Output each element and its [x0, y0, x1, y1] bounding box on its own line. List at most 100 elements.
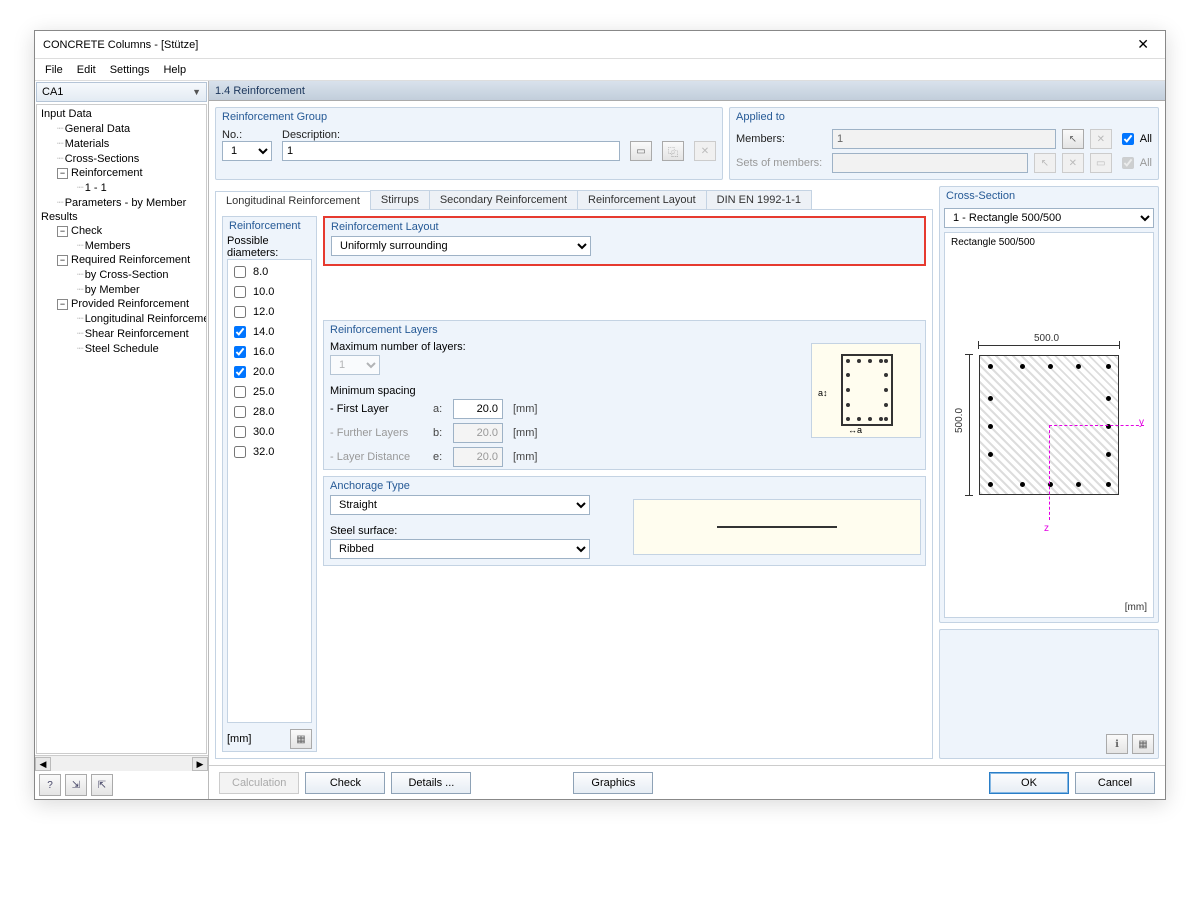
- tree-general-data[interactable]: General Data: [37, 121, 206, 136]
- group-title-cross: Cross-Section: [940, 187, 1158, 208]
- case-selector[interactable]: CA1 ▼: [36, 82, 207, 102]
- group-layout: Reinforcement Layout Uniformly surroundi…: [323, 216, 926, 266]
- group-title-layout: Reinforcement Layout: [325, 218, 924, 236]
- page-title: 1.4 Reinforcement: [209, 81, 1165, 101]
- chevron-down-icon: ▼: [192, 87, 201, 97]
- label-further: - Further Layers: [330, 427, 425, 439]
- help-icon[interactable]: ?: [39, 774, 61, 796]
- label-max-layers: Maximum number of layers:: [324, 339, 801, 355]
- tree-shear[interactable]: Shear Reinforcement: [37, 326, 206, 341]
- sidebar: CA1 ▼ Input Data General Data Materials …: [35, 81, 209, 799]
- minus-icon[interactable]: −: [57, 299, 68, 310]
- menu-file[interactable]: File: [45, 64, 63, 76]
- diameter-option[interactable]: 30.0: [230, 422, 309, 442]
- group-cross-section: Cross-Section 1 - Rectangle 500/500 Rect…: [939, 186, 1159, 623]
- label-members: Members:: [736, 133, 826, 145]
- label-diameters: Possible diameters:: [223, 235, 316, 259]
- tab-din[interactable]: DIN EN 1992-1-1: [706, 190, 812, 209]
- input-desc[interactable]: [282, 141, 620, 161]
- label-min-spacing: Minimum spacing: [324, 381, 801, 397]
- export-icon[interactable]: ⇲: [65, 774, 87, 796]
- label-desc: Description:: [282, 129, 620, 141]
- copy-icon[interactable]: ⿻: [662, 141, 684, 161]
- diameter-option[interactable]: 32.0: [230, 442, 309, 462]
- layers-diagram: a↕ ↔a: [811, 343, 921, 438]
- close-icon[interactable]: ✕: [1129, 34, 1157, 55]
- checkbox-all-sets: All: [1118, 154, 1152, 172]
- input-sets: [832, 153, 1028, 173]
- diameter-option[interactable]: 14.0: [230, 322, 309, 342]
- tree-provided[interactable]: −Provided Reinforcement: [37, 297, 206, 311]
- input-b: [453, 423, 503, 443]
- diameter-option[interactable]: 10.0: [230, 282, 309, 302]
- label-mm-cross: [mm]: [1125, 602, 1147, 613]
- minus-icon[interactable]: −: [57, 168, 68, 179]
- tree-by-member[interactable]: by Member: [37, 282, 206, 297]
- window-title: CONCRETE Columns - [Stütze]: [43, 39, 1129, 51]
- diameter-option[interactable]: 12.0: [230, 302, 309, 322]
- tree-results[interactable]: Results: [37, 210, 206, 224]
- scroll-right-icon[interactable]: ▶: [192, 757, 208, 771]
- tree-parameters[interactable]: Parameters - by Member: [37, 195, 206, 210]
- tree-longitudinal[interactable]: Longitudinal Reinforcement: [37, 311, 206, 326]
- clear-icon[interactable]: ✕: [1090, 129, 1112, 149]
- diameters-list[interactable]: 8.010.012.014.016.020.025.028.030.032.0: [227, 259, 312, 723]
- select-steel-surface[interactable]: Ribbed: [330, 539, 590, 559]
- group-bottom-right: ℹ ▦: [939, 629, 1159, 759]
- tree-by-cross[interactable]: by Cross-Section: [37, 267, 206, 282]
- minus-icon[interactable]: −: [57, 226, 68, 237]
- label-steel-surface: Steel surface:: [330, 525, 617, 537]
- tab-longitudinal[interactable]: Longitudinal Reinforcement: [215, 191, 371, 210]
- button-calculation[interactable]: Calculation: [219, 772, 299, 794]
- button-ok[interactable]: OK: [989, 772, 1069, 794]
- tab-secondary[interactable]: Secondary Reinforcement: [429, 190, 578, 209]
- scroll-left-icon[interactable]: ◀: [35, 757, 51, 771]
- tree-members[interactable]: Members: [37, 238, 206, 253]
- tree-steel[interactable]: Steel Schedule: [37, 341, 206, 356]
- select-anchorage[interactable]: Straight: [330, 495, 590, 515]
- tree-required[interactable]: −Required Reinforcement: [37, 253, 206, 267]
- menu-edit[interactable]: Edit: [77, 64, 96, 76]
- info-icon[interactable]: ℹ: [1106, 734, 1128, 754]
- nav-tree[interactable]: Input Data General Data Materials Cross-…: [36, 104, 207, 754]
- tab-panel-longitudinal: Reinforcement Possible diameters: 8.010.…: [215, 210, 933, 759]
- tree-r11[interactable]: 1 - 1: [37, 180, 206, 195]
- diameter-option[interactable]: 25.0: [230, 382, 309, 402]
- tree-reinforcement[interactable]: −Reinforcement: [37, 166, 206, 180]
- tab-stirrups[interactable]: Stirrups: [370, 190, 430, 209]
- import-icon[interactable]: ⇱: [91, 774, 113, 796]
- tab-layout[interactable]: Reinforcement Layout: [577, 190, 707, 209]
- select-cross-section[interactable]: 1 - Rectangle 500/500: [944, 208, 1154, 228]
- new-icon[interactable]: ▭: [630, 141, 652, 161]
- tree-input-data[interactable]: Input Data: [37, 107, 206, 121]
- tree-scrollbar[interactable]: ◀ ▶: [35, 755, 208, 771]
- input-e: [453, 447, 503, 467]
- minus-icon[interactable]: −: [57, 255, 68, 266]
- button-details[interactable]: Details ...: [391, 772, 471, 794]
- diameter-option[interactable]: 28.0: [230, 402, 309, 422]
- button-graphics[interactable]: Graphics: [573, 772, 653, 794]
- menubar: File Edit Settings Help: [35, 59, 1165, 81]
- input-a[interactable]: [453, 399, 503, 419]
- pick-icon[interactable]: ↖: [1062, 129, 1084, 149]
- button-check[interactable]: Check: [305, 772, 385, 794]
- input-members[interactable]: [832, 129, 1056, 149]
- button-cancel[interactable]: Cancel: [1075, 772, 1155, 794]
- menu-help[interactable]: Help: [163, 64, 186, 76]
- tree-check[interactable]: −Check: [37, 224, 206, 238]
- diameter-option[interactable]: 16.0: [230, 342, 309, 362]
- tree-cross-sections[interactable]: Cross-Sections: [37, 151, 206, 166]
- diameter-option[interactable]: 20.0: [230, 362, 309, 382]
- select-no[interactable]: 1: [222, 141, 272, 161]
- group-title-anchorage: Anchorage Type: [324, 477, 925, 495]
- tree-materials[interactable]: Materials: [37, 136, 206, 151]
- select-layout[interactable]: Uniformly surrounding: [331, 236, 591, 256]
- library-icon[interactable]: ▦: [290, 729, 312, 749]
- app-window: CONCRETE Columns - [Stütze] ✕ File Edit …: [34, 30, 1166, 800]
- delete-icon[interactable]: ✕: [694, 141, 716, 161]
- checkbox-all-members[interactable]: All: [1118, 130, 1152, 148]
- menu-settings[interactable]: Settings: [110, 64, 150, 76]
- group-anchorage: Anchorage Type Straight Steel surface: R…: [323, 476, 926, 566]
- diameter-option[interactable]: 8.0: [230, 262, 309, 282]
- library2-icon[interactable]: ▦: [1132, 734, 1154, 754]
